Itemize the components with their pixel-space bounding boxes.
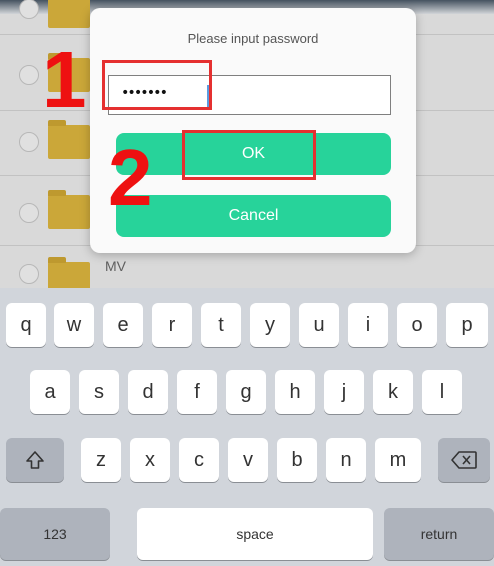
key-s[interactable]: s	[79, 370, 119, 414]
password-highlight-box	[102, 60, 212, 110]
key-z[interactable]: z	[81, 438, 121, 482]
return-key[interactable]: return	[384, 508, 494, 560]
key-b[interactable]: b	[277, 438, 317, 482]
key-p[interactable]: p	[446, 303, 488, 347]
key-l[interactable]: l	[422, 370, 462, 414]
dialog-title: Please input password	[187, 31, 319, 46]
key-q[interactable]: q	[6, 303, 46, 347]
numbers-key[interactable]: 123	[0, 508, 110, 560]
shift-key[interactable]	[6, 438, 64, 482]
key-v[interactable]: v	[228, 438, 268, 482]
on-screen-keyboard: q w e r t y u i o p a s d f g h j k l z …	[0, 288, 494, 566]
step-1-label: 1	[42, 35, 87, 124]
key-f[interactable]: f	[177, 370, 217, 414]
key-o[interactable]: o	[397, 303, 437, 347]
key-r[interactable]: r	[152, 303, 192, 347]
key-j[interactable]: j	[324, 370, 364, 414]
key-c[interactable]: c	[179, 438, 219, 482]
step-2-label: 2	[108, 133, 153, 222]
key-a[interactable]: a	[30, 370, 70, 414]
cancel-button[interactable]: Cancel	[116, 195, 391, 237]
key-d[interactable]: d	[128, 370, 168, 414]
key-g[interactable]: g	[226, 370, 266, 414]
key-n[interactable]: n	[326, 438, 366, 482]
key-h[interactable]: h	[275, 370, 315, 414]
space-key[interactable]: space	[137, 508, 373, 560]
delete-key[interactable]	[438, 438, 490, 482]
shift-icon	[26, 451, 44, 469]
key-y[interactable]: y	[250, 303, 290, 347]
key-u[interactable]: u	[299, 303, 339, 347]
key-k[interactable]: k	[373, 370, 413, 414]
key-x[interactable]: x	[130, 438, 170, 482]
key-m[interactable]: m	[375, 438, 421, 482]
ok-highlight-box	[182, 130, 316, 180]
key-i[interactable]: i	[348, 303, 388, 347]
key-w[interactable]: w	[54, 303, 94, 347]
backspace-icon	[451, 451, 477, 469]
key-t[interactable]: t	[201, 303, 241, 347]
key-e[interactable]: e	[103, 303, 143, 347]
